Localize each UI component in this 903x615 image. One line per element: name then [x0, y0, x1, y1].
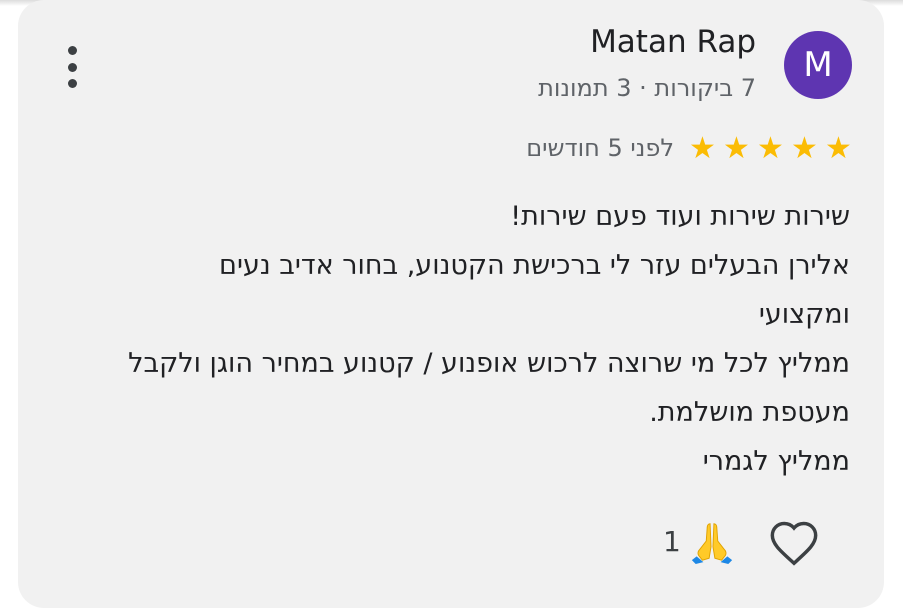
- star-icon: ★: [689, 131, 716, 166]
- star-icon: ★: [723, 131, 750, 166]
- review-text-line: מעטפת מושלמת.: [649, 397, 850, 428]
- star-rating: ★ ★ ★ ★ ★: [687, 133, 854, 165]
- review-text-line: שירות שירות ועוד פעם שירות!: [510, 201, 850, 232]
- star-icon: ★: [757, 131, 784, 166]
- heart-outline-icon[interactable]: [768, 517, 820, 569]
- reaction-count: 1: [663, 524, 681, 558]
- more-vert-icon-dot: [67, 79, 77, 88]
- star-icon: ★: [791, 131, 818, 166]
- author-meta: 7 ביקורות · 3 תמונות: [538, 74, 756, 102]
- review-text-line: ומקצועי: [758, 299, 850, 330]
- more-vert-icon-dot: [67, 46, 77, 55]
- review-card: M Matan Rap 7 ביקורות · 3 תמונות ★ ★ ★ ★ ★ ל…: [18, 0, 884, 608]
- star-icon: ★: [825, 131, 852, 166]
- avatar-initial: M: [803, 45, 833, 85]
- review-time: לפני 5 חודשים: [526, 134, 674, 162]
- avatar[interactable]: M: [784, 31, 852, 99]
- review-text-line: ממליץ לכל מי שרוצה לרכוש אופנוע / קטנוע …: [128, 348, 850, 379]
- more-options-button[interactable]: [54, 42, 90, 92]
- review-text-line: ממליץ לגמרי: [702, 446, 850, 477]
- pray-icon: [691, 523, 732, 564]
- reaction-summary[interactable]: 1: [663, 518, 735, 564]
- author-name[interactable]: Matan Rap: [590, 24, 756, 60]
- review-text: שירות שירות ועוד פעם שירות! אלירן הבעלים …: [40, 192, 850, 486]
- review-text-line: אלירן הבעלים עזר לי ברכישת הקטנוע, בחור …: [219, 250, 850, 281]
- more-vert-icon-dot: [67, 62, 77, 72]
